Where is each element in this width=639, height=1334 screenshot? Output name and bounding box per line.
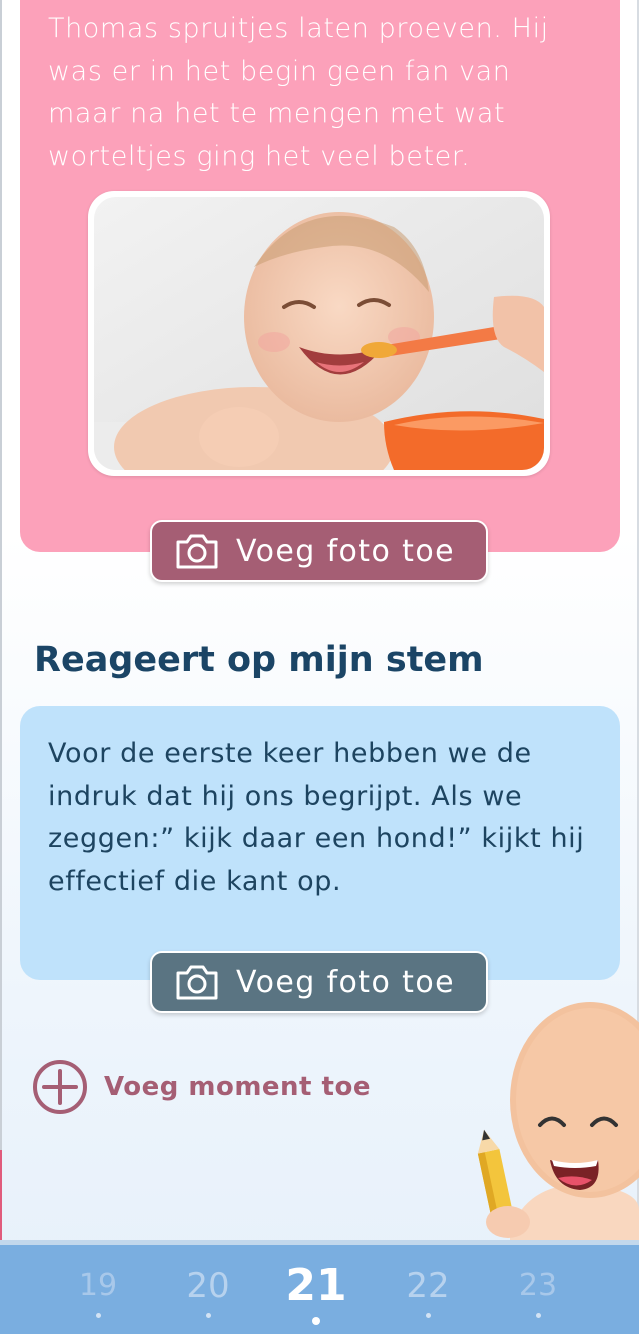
day-number: 22 [406, 1266, 450, 1306]
day-19[interactable]: 19 [63, 1265, 133, 1318]
day-dot [535, 1313, 541, 1318]
add-photo-label: Voeg foto toe [236, 964, 455, 1000]
baby-eating-photo [94, 197, 544, 470]
add-moment-button[interactable]: Voeg moment toe [32, 1059, 371, 1115]
moment-card-blue: Voor de eerste keer hebben we de indruk … [20, 706, 620, 980]
moment-photo[interactable] [88, 191, 550, 476]
day-22[interactable]: 22 [393, 1265, 463, 1318]
camera-icon [176, 965, 218, 1000]
camera-icon [176, 534, 218, 569]
moment-card-pink: Thomas spruitjes laten proeven. Hij was … [20, 0, 620, 552]
day-dot [425, 1313, 431, 1318]
add-photo-button-blue[interactable]: Voeg foto toe [150, 951, 488, 1013]
add-moment-label: Voeg moment toe [104, 1072, 371, 1102]
day-dot [95, 1313, 101, 1318]
day-number: 23 [518, 1268, 558, 1303]
left-edge-accent [0, 1150, 2, 1240]
day-21[interactable]: 21 [281, 1260, 351, 1325]
moment-title: Reageert op mijn stem [34, 640, 484, 680]
day-number: 21 [285, 1260, 347, 1311]
day-20[interactable]: 20 [173, 1265, 243, 1318]
left-edge-line [0, 0, 2, 1240]
add-photo-button-pink[interactable]: Voeg foto toe [150, 520, 488, 582]
day-number: 20 [186, 1266, 230, 1306]
day-dot [312, 1317, 320, 1325]
day-number: 19 [78, 1268, 118, 1303]
day-dot [205, 1313, 211, 1318]
day-navigator: 19 20 21 22 23 [0, 1240, 639, 1334]
add-photo-label: Voeg foto toe [236, 533, 455, 569]
moment-text: Voor de eerste keer hebben we de indruk … [48, 738, 585, 897]
moment-text: Thomas spruitjes laten proeven. Hij was … [48, 13, 549, 172]
day-23[interactable]: 23 [503, 1265, 573, 1318]
plus-circle-icon [33, 1060, 87, 1114]
baby-mascot-icon [477, 1002, 639, 1240]
